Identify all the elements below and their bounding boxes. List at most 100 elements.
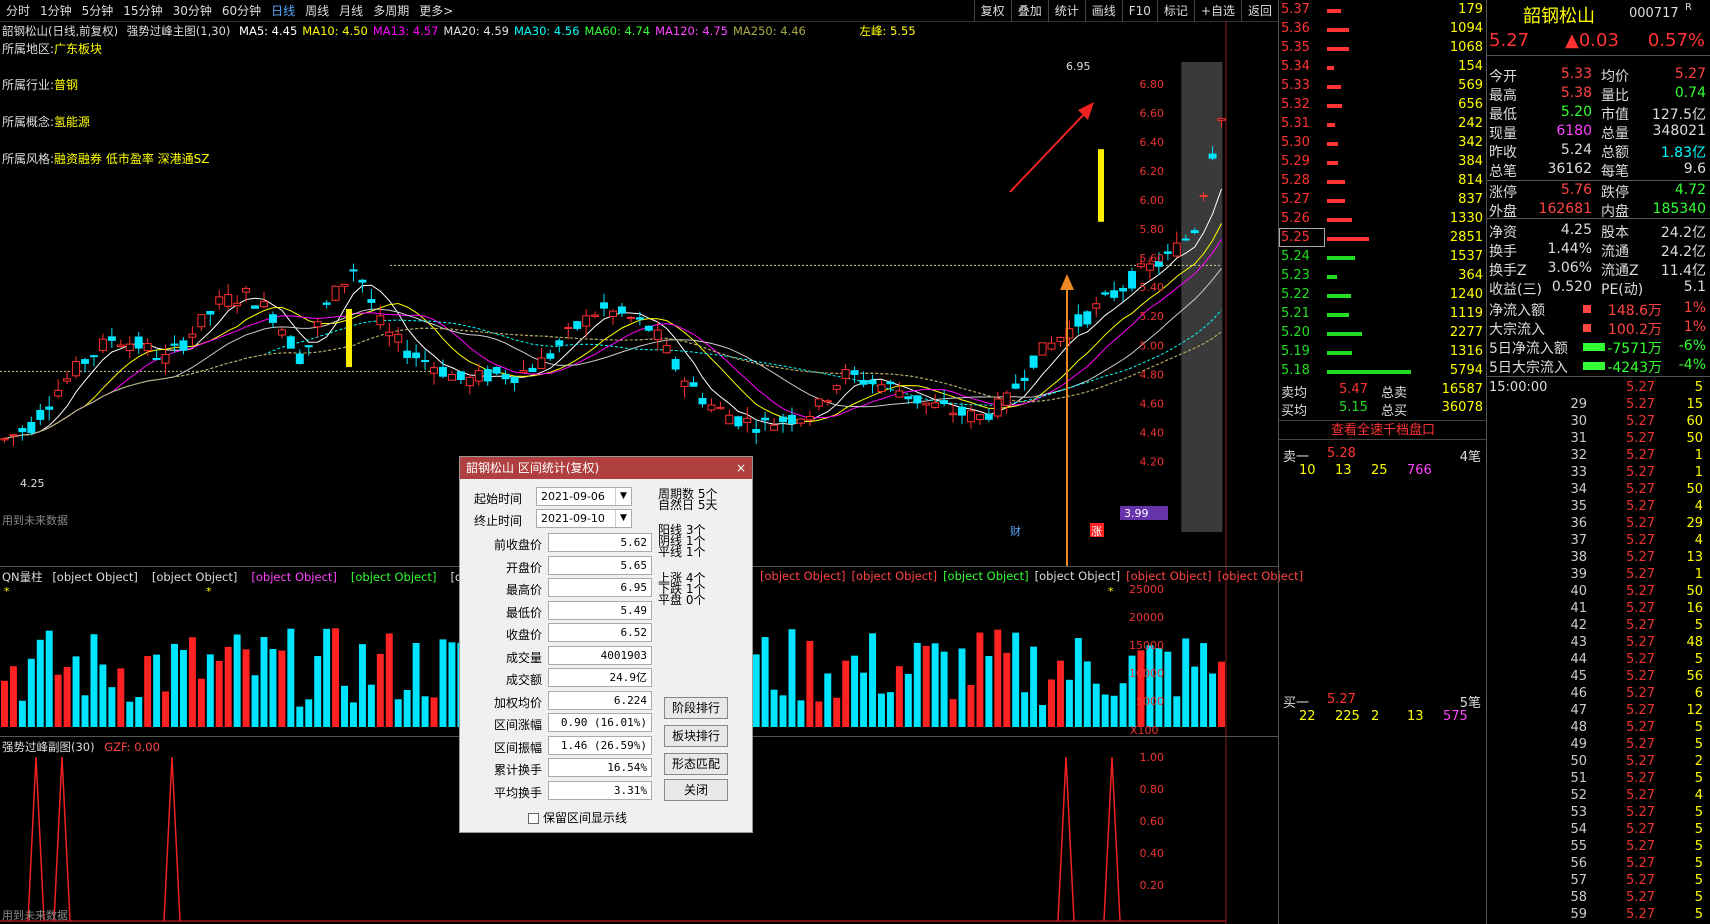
- order-book-row[interactable]: 5.33 569: [1279, 77, 1487, 96]
- dialog-button[interactable]: 阶段排行: [664, 697, 728, 719]
- volume-bar: [1003, 652, 1011, 727]
- order-book-row[interactable]: 5.19 1316: [1279, 343, 1487, 362]
- order-book-row[interactable]: 5.27 837: [1279, 191, 1487, 210]
- period-tab[interactable]: 日线: [271, 2, 295, 19]
- dialog-field-value[interactable]: 4001903: [548, 645, 652, 665]
- orange-arrow-head: [1060, 274, 1074, 290]
- volume-indicator-name[interactable]: QN量柱: [2, 570, 43, 584]
- toolbar-button[interactable]: 标记: [1156, 0, 1194, 22]
- order-price: 5.23: [1281, 268, 1310, 283]
- period-tab[interactable]: 15分钟: [123, 2, 162, 19]
- dialog-field-value[interactable]: 5.49: [548, 600, 652, 620]
- chevron-down-icon[interactable]: ▼: [615, 488, 631, 505]
- order-book-row[interactable]: 5.31 242: [1279, 115, 1487, 134]
- period-tab[interactable]: 多周期: [373, 2, 409, 19]
- order-book-row[interactable]: 5.34 154: [1279, 58, 1487, 77]
- period-tab[interactable]: 月线: [339, 2, 363, 19]
- dialog-field-row: 开盘价 5.65: [460, 555, 754, 577]
- period-tab[interactable]: 更多>: [419, 2, 453, 19]
- tick-time: 39: [1570, 567, 1587, 582]
- dialog-button[interactable]: 板块排行: [664, 725, 728, 747]
- candle-body: [689, 382, 698, 387]
- dialog-field-value[interactable]: 3.31%: [548, 780, 652, 800]
- period-tab[interactable]: 周线: [305, 2, 329, 19]
- dialog-field-value[interactable]: 6.52: [548, 623, 652, 642]
- order-book-row[interactable]: 5.36 1094: [1279, 20, 1487, 39]
- candle-body: [519, 370, 528, 373]
- toolbar-button[interactable]: 返回: [1240, 0, 1278, 22]
- toolbar-button[interactable]: 叠加: [1010, 0, 1048, 22]
- volume-bar: [99, 664, 107, 727]
- order-book-row[interactable]: 5.32 656: [1279, 96, 1487, 115]
- period-tab[interactable]: 30分钟: [173, 2, 212, 19]
- keep-range-checkbox[interactable]: [528, 813, 539, 824]
- period-tab[interactable]: 1分钟: [40, 2, 72, 19]
- tick-volume: 56: [1686, 669, 1703, 684]
- dialog-field-value[interactable]: 6.224: [548, 690, 652, 710]
- info-key: 所属地区:: [2, 42, 55, 56]
- dialog-date-select[interactable]: 2021-09-10 ▼: [536, 509, 632, 528]
- order-book-row[interactable]: 5.35 1068: [1279, 39, 1487, 58]
- dialog-field-value[interactable]: 16.54%: [548, 758, 652, 777]
- full-depth-link[interactable]: 查看全速千档盘口: [1279, 420, 1487, 440]
- toolbar-button[interactable]: 复权: [973, 0, 1011, 22]
- toolbar-button[interactable]: +自选: [1193, 0, 1241, 22]
- volume-bar: [63, 666, 71, 727]
- order-book-row[interactable]: 5.24 1537: [1279, 248, 1487, 267]
- tick-volume: 50: [1686, 584, 1703, 599]
- flow-pct: 1%: [1683, 319, 1706, 335]
- toolbar-button[interactable]: F10: [1121, 0, 1157, 22]
- tick-price: 5.27: [1626, 652, 1655, 667]
- order-book-row[interactable]: 5.20 2277: [1279, 324, 1487, 343]
- quote-value: 1.83亿: [1660, 145, 1706, 161]
- quote-divider: [1487, 180, 1710, 181]
- candle-body: [0, 438, 9, 441]
- volume-star: *: [4, 585, 10, 598]
- dialog-field-value[interactable]: 24.9亿: [548, 668, 652, 687]
- dialog-field-value[interactable]: 6.95: [548, 578, 652, 597]
- dialog-button[interactable]: 形态匹配: [664, 753, 728, 775]
- volume-bar: [350, 702, 357, 727]
- candle-body: [286, 336, 295, 349]
- low-label: 4.25: [20, 477, 45, 490]
- toolbar-button[interactable]: 画线: [1084, 0, 1122, 22]
- order-book-row[interactable]: 5.18 5794: [1279, 362, 1487, 381]
- quote-value: 9.6: [1683, 161, 1706, 177]
- dialog-label: 终止时间: [473, 514, 522, 528]
- chevron-down-icon[interactable]: ▼: [615, 510, 631, 527]
- candle-body: [268, 314, 277, 323]
- order-book-row[interactable]: 5.22 1240: [1279, 286, 1487, 305]
- order-book-row[interactable]: 5.28 814: [1279, 172, 1487, 191]
- tick-volume: 1: [1694, 465, 1703, 480]
- dialog-close-icon[interactable]: ×: [736, 457, 746, 479]
- candle-body: [251, 305, 260, 309]
- order-book-row[interactable]: 5.30 342: [1279, 134, 1487, 153]
- dialog-field-value[interactable]: 5.65: [548, 555, 652, 575]
- osc-indicator-name[interactable]: 强势过峰副图(30): [2, 740, 95, 754]
- order-book-row[interactable]: 5.21 1119: [1279, 305, 1487, 324]
- order-book-row[interactable]: 5.26 1330: [1279, 210, 1487, 229]
- order-depth-bar: [1327, 294, 1351, 298]
- period-tab[interactable]: 分时: [6, 2, 30, 19]
- candle-body: [233, 302, 242, 307]
- dialog-field-value[interactable]: 1.46 (26.59%): [548, 735, 652, 755]
- dialog-button[interactable]: 关闭: [664, 779, 728, 801]
- indicator-name[interactable]: 强势过峰主图(1,30): [127, 24, 231, 38]
- period-tab[interactable]: 60分钟: [222, 2, 261, 19]
- keep-range-option[interactable]: 保留区间显示线: [528, 809, 627, 826]
- tick-price: 5.27: [1626, 635, 1655, 650]
- order-book-row[interactable]: 5.23 364: [1279, 267, 1487, 286]
- flow-pct: 1%: [1683, 300, 1706, 316]
- dialog-field-value[interactable]: 0.90 (16.01%): [548, 713, 652, 732]
- period-tab[interactable]: 5分钟: [82, 2, 114, 19]
- dialog-date-select[interactable]: 2021-09-06 ▼: [536, 487, 632, 506]
- toolbar-button[interactable]: 统计: [1047, 0, 1085, 22]
- order-book-row[interactable]: 5.29 384: [1279, 153, 1487, 172]
- dialog-field-label: 收盘价: [505, 628, 542, 642]
- tick-price: 5.27: [1626, 720, 1655, 735]
- dialog-field-value[interactable]: 5.62: [548, 533, 652, 552]
- dialog-titlebar[interactable]: 韶钢松山 区间统计(复权) ×: [460, 457, 752, 479]
- candle-body: [134, 336, 143, 349]
- order-book-row[interactable]: 5.37 179: [1279, 1, 1487, 20]
- candle-body: [814, 398, 823, 407]
